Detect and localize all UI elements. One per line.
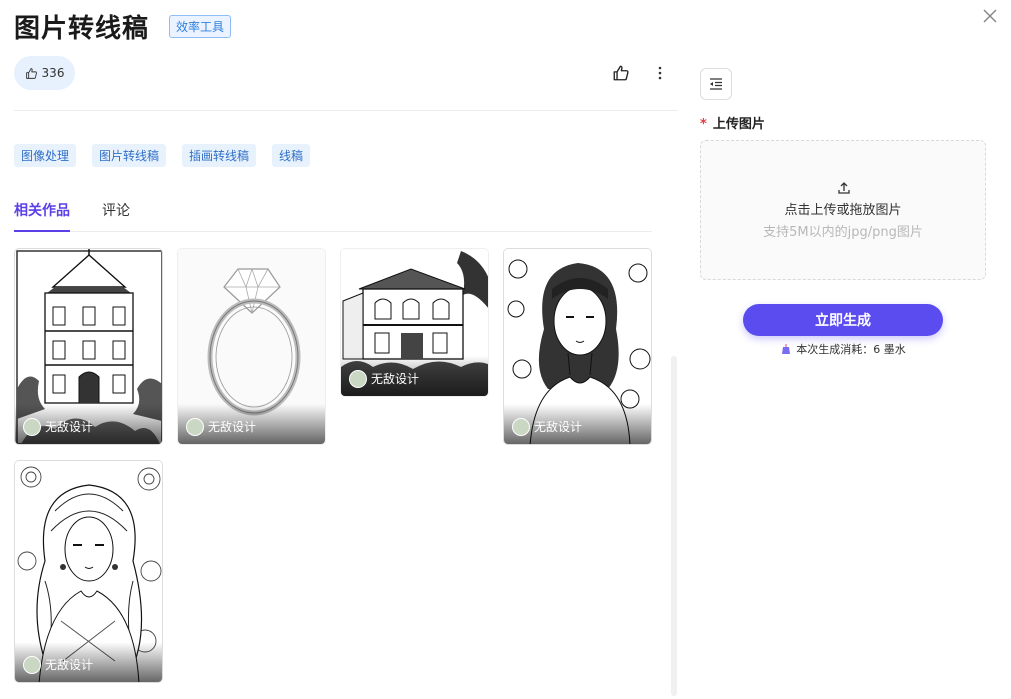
work-card[interactable]: 无敌设计: [177, 248, 326, 445]
cost-text: 本次生成消耗：6 墨水: [796, 343, 906, 356]
tab-comments[interactable]: 评论: [102, 200, 130, 232]
upload-label: * 上传图片: [700, 113, 765, 132]
work-author: 无敌设计: [341, 356, 488, 396]
author-name: 无敌设计: [534, 420, 583, 434]
tag-illustration-to-lineart[interactable]: 插画转线稿: [182, 144, 257, 167]
cost-info: 本次生成消耗：6 墨水: [700, 341, 986, 357]
author-name: 无敌设计: [45, 420, 94, 434]
avatar: [23, 656, 41, 674]
tab-related-works[interactable]: 相关作品: [14, 200, 70, 232]
gallery-scrollbar[interactable]: [671, 356, 677, 696]
upload-hint: 支持5M以内的jpg/png图片: [763, 225, 923, 240]
category-badge[interactable]: 效率工具: [169, 15, 232, 38]
more-vertical-icon[interactable]: [656, 64, 664, 82]
like-count-button[interactable]: 336: [14, 56, 75, 90]
work-author: 无敌设计: [15, 404, 162, 444]
page-title: 图片转线稿: [14, 14, 150, 44]
author-name: 无敌设计: [371, 372, 420, 386]
like-count: 336: [41, 66, 65, 80]
right-panel: * 上传图片 点击上传或拖放图片 支持5M以内的jpg/png图片 立即生成 本次…: [700, 0, 1000, 699]
upload-icon: [838, 182, 850, 194]
author-name: 无敌设计: [208, 420, 257, 434]
work-card[interactable]: 无敌设计: [14, 248, 163, 445]
upload-label-text: 上传图片: [712, 117, 765, 132]
ink-bottle-icon: [782, 344, 791, 354]
title-row: 图片转线稿 效率工具: [14, 8, 232, 45]
work-card[interactable]: 无敌设计: [340, 248, 489, 397]
upload-dropzone[interactable]: 点击上传或拖放图片 支持5M以内的jpg/png图片: [700, 140, 986, 280]
avatar: [512, 418, 530, 436]
work-author: 无敌设计: [178, 404, 325, 444]
tag-lineart[interactable]: 线稿: [272, 144, 311, 167]
tab-bar: 相关作品 评论: [14, 196, 652, 232]
avatar: [186, 418, 204, 436]
upload-prompt: 点击上传或拖放图片: [784, 203, 902, 218]
work-card[interactable]: 无敌设计: [503, 248, 652, 445]
indent-icon: [710, 78, 722, 90]
work-card[interactable]: 无敌设计: [14, 460, 163, 683]
avatar: [23, 418, 41, 436]
tag-image-to-lineart[interactable]: 图片转线稿: [92, 144, 167, 167]
work-author: 无敌设计: [504, 404, 651, 444]
thumbs-up-icon: [25, 67, 37, 79]
left-panel: 图片转线稿 效率工具 336 图像处理 图片转线稿 插画转线稿 线稿 相关作品 …: [14, 0, 678, 699]
required-mark: *: [700, 117, 707, 132]
thumbs-up-icon[interactable]: [612, 64, 630, 82]
header-divider: [14, 110, 678, 111]
work-author: 无敌设计: [15, 642, 162, 682]
generate-button[interactable]: 立即生成: [743, 304, 943, 336]
tag-image-processing[interactable]: 图像处理: [14, 144, 77, 167]
avatar: [349, 370, 367, 388]
tag-list: 图像处理 图片转线稿 插画转线稿 线稿: [14, 144, 311, 167]
panel-toggle-button[interactable]: [700, 68, 732, 100]
author-name: 无敌设计: [45, 658, 94, 672]
